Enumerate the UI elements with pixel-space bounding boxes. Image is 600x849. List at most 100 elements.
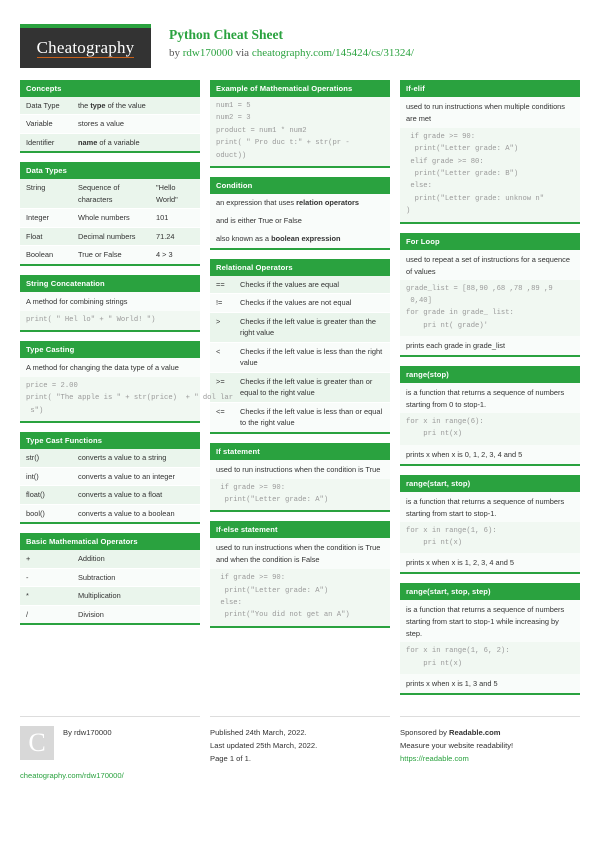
- text-line: and is either True or False: [210, 211, 390, 230]
- card-title: If-else statement: [210, 521, 390, 539]
- column-1: Concepts Data Type the type of the value Va…: [20, 80, 233, 634]
- card-body: used to repeat a set of instructions for…: [400, 249, 580, 356]
- description-text: A method for changing the data type of a…: [20, 358, 200, 378]
- table-row: Boolean True or False 4 > 3: [20, 246, 200, 264]
- author-link[interactable]: rdw170000: [183, 47, 233, 59]
- card: Type Cast Functions str() converts a value…: [20, 432, 200, 525]
- table-row: float() converts a value to a float: [20, 486, 200, 505]
- card: Concepts Data Type the type of the value Va…: [20, 80, 200, 154]
- card-body: num1 = 5 num2 = 3 product = num1 * num2 …: [210, 97, 390, 166]
- card-title: Relational Operators: [210, 258, 390, 276]
- sponsor-prefix: Sponsored by: [400, 728, 449, 738]
- row-key: -: [26, 572, 29, 582]
- row-key: str(): [26, 453, 40, 463]
- result-text: prints x when x is 0, 1, 2, 3, 4 and 5: [400, 444, 580, 464]
- card-body: used to run instructions when the condit…: [210, 538, 390, 626]
- result-text: prints x when x is 1, 2, 3, 4 and 5: [400, 553, 580, 573]
- row-value: Subtraction: [78, 572, 116, 582]
- row-example: 4 > 3: [156, 250, 173, 260]
- operator-symbol: !=: [216, 298, 223, 308]
- title-block: Python Cheat Sheet by rdw170000 via chea…: [169, 24, 414, 62]
- card: Example of Mathematical Operations num1 =…: [210, 80, 390, 168]
- cheatography-logo[interactable]: Cheatography: [20, 24, 151, 68]
- sponsor-link[interactable]: https://readable.com: [400, 754, 469, 763]
- card: If-elif used to run instructions when mul…: [400, 80, 580, 224]
- result-text: prints x when x is 1, 3 and 5: [400, 674, 580, 694]
- card-title: Basic Mathematical Operators: [20, 533, 200, 551]
- card-title: Example of Mathematical Operations: [210, 80, 390, 97]
- card-title: For Loop: [400, 232, 580, 250]
- operator-symbol: <=: [216, 406, 225, 416]
- operator-description: Checks if the left value is greater than…: [240, 316, 376, 338]
- row-description: True or False: [78, 250, 122, 260]
- page-number: Page 1 of 1.: [210, 754, 251, 764]
- card-body: str() converts a value to a string int() co…: [20, 449, 200, 523]
- description-text: A method for combining strings: [20, 291, 200, 311]
- via-text: via: [232, 47, 252, 60]
- author-row: C By rdw170000: [20, 726, 200, 761]
- content-columns: Concepts Data Type the type of the value Va…: [20, 80, 580, 704]
- row-key: /: [26, 609, 29, 619]
- row-key: float(): [26, 490, 45, 500]
- table-row: <= Checks if the left value is less than …: [210, 402, 390, 432]
- card-body: A method for changing the data type of a…: [20, 358, 233, 422]
- card: If statement used to run instructions whe…: [210, 442, 390, 513]
- operator-symbol: ==: [216, 279, 225, 289]
- table-row: < Checks if the left value is less than t…: [210, 342, 390, 373]
- cheatsheet-page: Cheatography Python Cheat Sheet by rdw17…: [0, 0, 600, 849]
- table-row: / Division: [20, 605, 200, 623]
- code-block: for x in range(1, 6, 2): pri nt(x): [400, 642, 580, 675]
- row-key: Identifier: [26, 137, 55, 147]
- row-value: converts a value to a boolean: [78, 508, 175, 518]
- row-key: Variable: [26, 119, 53, 129]
- row-example: 101: [156, 213, 169, 223]
- card-body: A method for combining strings print( " H…: [20, 291, 200, 331]
- code-block: if grade >= 90: print("Letter grade: A"): [210, 478, 390, 511]
- description-text: is a function that returns a sequence of…: [400, 491, 580, 522]
- card-body: an expression that uses relation operato…: [210, 193, 390, 248]
- result-text: prints each grade in grade_list: [400, 336, 580, 356]
- code-block: if grade >= 90: print("Letter grade: A")…: [400, 127, 580, 222]
- card-body: String Sequence of characters "Hello World…: [20, 179, 200, 264]
- row-example: "Hello World": [156, 183, 178, 204]
- logo-text: Cheatography: [36, 37, 135, 59]
- code-block: if grade >= 90: print("Letter grade: A")…: [210, 569, 390, 626]
- sponsor-name: Readable.com: [448, 728, 501, 738]
- table-row: + Addition: [20, 550, 200, 569]
- source-url-link[interactable]: cheatography.com/145424/cs/31324/: [252, 47, 414, 59]
- card: Condition an expression that uses relatio…: [210, 176, 390, 250]
- row-key: Data Type: [26, 101, 60, 110]
- card-title: If-elif: [400, 80, 580, 97]
- row-example: 71.24: [156, 231, 175, 241]
- card-body: is a function that returns a sequence of…: [400, 600, 580, 694]
- row-key: Boolean: [26, 250, 54, 260]
- card: range(start, stop, step) is a function th…: [400, 583, 580, 696]
- table-row: != Checks if the values are not equal: [210, 294, 390, 313]
- byline: by rdw170000 via cheatography.com/145424…: [169, 45, 414, 62]
- card: Relational Operators == Checks if the valu…: [210, 258, 390, 434]
- card-title: If statement: [210, 442, 390, 460]
- card: For Loop used to repeat a set of instruct…: [400, 232, 580, 358]
- description-text: used to repeat a set of instructions for…: [400, 249, 580, 280]
- card-body: Data Type the type of the value Variable st…: [20, 97, 200, 152]
- description-text: used to run instructions when multiple c…: [400, 97, 580, 128]
- card: Basic Mathematical Operators + Addition - Su…: [20, 533, 200, 625]
- table-row: - Subtraction: [20, 568, 200, 588]
- row-key: int(): [26, 471, 39, 481]
- card-title: Type Casting: [20, 341, 200, 359]
- footer-dates-column: Published 24th March, 2022. Last updated…: [210, 716, 390, 780]
- column-3: If-elif used to run instructions when mul…: [400, 80, 580, 704]
- page-title: Python Cheat Sheet: [169, 27, 283, 42]
- table-row: * Multiplication: [20, 587, 200, 606]
- page-header: Cheatography Python Cheat Sheet by rdw17…: [20, 0, 580, 70]
- author-profile-link[interactable]: cheatography.com/rdw170000/: [20, 771, 200, 780]
- operator-symbol: >: [216, 316, 221, 326]
- card-title: Concepts: [20, 80, 200, 97]
- operator-description: Checks if the left value is less than th…: [240, 346, 383, 368]
- description-text: used to run instructions when the condit…: [210, 538, 390, 570]
- card-title: Type Cast Functions: [20, 432, 200, 450]
- operator-symbol: <: [216, 346, 221, 356]
- card-body: is a function that returns a sequence of…: [400, 383, 580, 464]
- code-block: print( " Hel lo" + " World! "): [20, 310, 200, 331]
- row-key: Integer: [26, 213, 50, 223]
